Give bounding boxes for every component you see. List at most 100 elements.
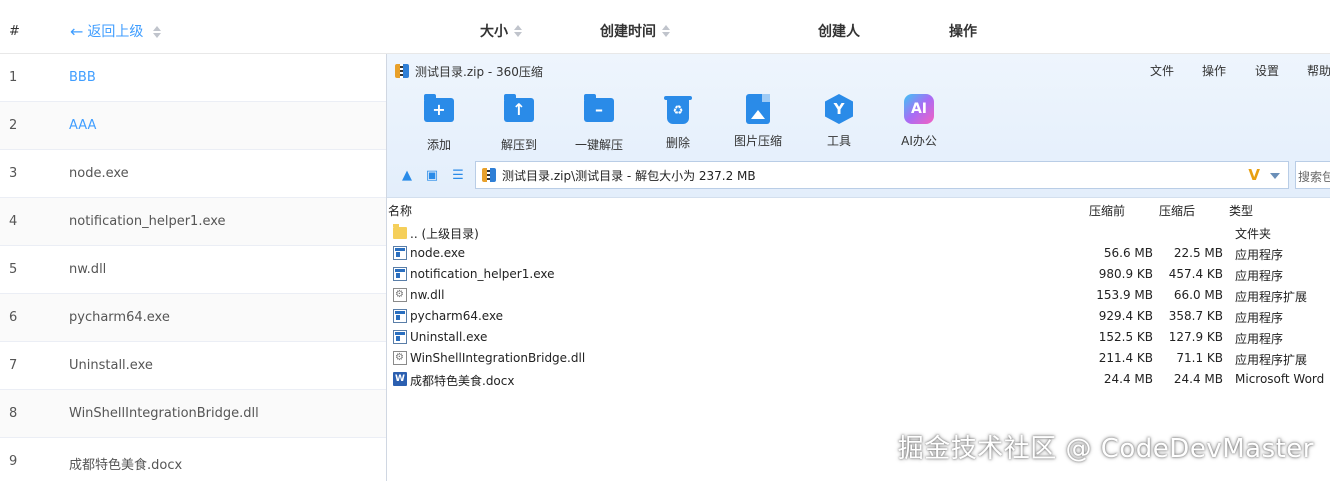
row-index: 9 xyxy=(9,454,18,469)
table-row[interactable]: 6 pycharm64.exe xyxy=(0,294,386,342)
tools-button[interactable]: 工具 xyxy=(804,94,874,149)
list-item[interactable]: nw.dll 153.9 MB 66.0 MB 应用程序扩展 xyxy=(387,285,1330,306)
menu-file[interactable]: 文件 xyxy=(1150,62,1174,79)
address-text: 测试目录.zip\测试目录 - 解包大小为 237.2 MB xyxy=(502,168,756,183)
one-click-extract-icon: – xyxy=(584,94,614,122)
list-item[interactable]: node.exe 56.6 MB 22.5 MB 应用程序 xyxy=(387,243,1330,264)
back-to-parent-link[interactable]: ← 返回上级 xyxy=(70,22,162,42)
column-size-before[interactable]: 压缩前 xyxy=(1089,202,1125,219)
watermark: 掘金技术社区 @ CodeDevMaster xyxy=(897,434,1314,464)
extract-to-button[interactable]: ↑ 解压到 xyxy=(484,94,554,153)
table-row[interactable]: 2 AAA xyxy=(0,102,386,150)
file-type: 应用程序 xyxy=(1235,269,1284,283)
add-button[interactable]: + 添加 xyxy=(404,94,474,153)
add-label: 添加 xyxy=(426,138,451,152)
file-name: Uninstall.exe xyxy=(69,358,153,373)
table-row[interactable]: 8 WinShellIntegrationBridge.dll xyxy=(0,390,386,438)
column-size[interactable]: 大小 xyxy=(480,22,522,42)
exe-file-icon xyxy=(393,309,407,323)
file-name: .. (上级目录) xyxy=(410,227,479,241)
menu-bar: 文件 操作 设置 帮助 xyxy=(387,62,1330,80)
table-row[interactable]: 5 nw.dll xyxy=(0,246,386,294)
up-arrow-icon[interactable]: ▲ xyxy=(400,169,414,183)
image-compress-button[interactable]: 图片压缩 xyxy=(723,94,793,149)
file-name: notification_helper1.exe xyxy=(69,214,226,229)
list-item[interactable]: W 成都特色美食.docx 24.4 MB 24.4 MB Microsoft … xyxy=(387,369,1330,390)
column-name[interactable]: 名称 xyxy=(388,202,412,219)
v-logo-icon[interactable]: V xyxy=(1248,166,1260,184)
table-row[interactable]: 1 BBB xyxy=(0,54,386,102)
zip-toolbar-area: 测试目录.zip - 360压缩 文件 操作 设置 帮助 + 添加 ↑ 解压到 … xyxy=(387,54,1330,198)
column-size-label: 大小 xyxy=(480,24,508,40)
list-item[interactable]: Uninstall.exe 152.5 KB 127.9 KB 应用程序 xyxy=(387,327,1330,348)
row-index: 3 xyxy=(9,166,18,181)
column-type[interactable]: 类型 xyxy=(1229,202,1253,219)
column-number: # xyxy=(9,24,20,39)
list-item[interactable]: WinShellIntegrationBridge.dll 211.4 KB 7… xyxy=(387,348,1330,369)
file-name: 成都特色美食.docx xyxy=(410,374,515,388)
menu-settings[interactable]: 设置 xyxy=(1255,62,1279,79)
list-item[interactable]: notification_helper1.exe 980.9 KB 457.4 … xyxy=(387,264,1330,285)
ai-office-button[interactable]: AI AI办公 xyxy=(884,94,954,149)
exe-file-icon xyxy=(393,246,407,260)
zip-file-icon xyxy=(482,168,496,182)
chevron-down-icon[interactable] xyxy=(1270,173,1280,179)
dll-file-icon xyxy=(393,288,407,302)
file-name: pycharm64.exe xyxy=(410,309,504,323)
address-bar[interactable]: 测试目录.zip\测试目录 - 解包大小为 237.2 MB V xyxy=(475,161,1289,189)
tools-label: 工具 xyxy=(826,134,851,148)
row-index: 7 xyxy=(9,358,18,373)
list-item[interactable]: .. (上级目录) 文件夹 xyxy=(387,222,1330,243)
search-input[interactable]: 搜索包 xyxy=(1295,161,1330,189)
back-label: 返回上级 xyxy=(87,24,144,40)
file-type: 文件夹 xyxy=(1235,227,1272,241)
file-name: node.exe xyxy=(410,246,466,260)
list-view-icon[interactable]: ☰ xyxy=(451,169,465,183)
ai-office-label: AI办公 xyxy=(901,134,937,148)
file-type: 应用程序 xyxy=(1235,248,1284,262)
column-created-time[interactable]: 创建时间 xyxy=(600,22,670,42)
menu-operation[interactable]: 操作 xyxy=(1202,62,1226,79)
table-row[interactable]: 9 成都特色美食.docx xyxy=(0,438,386,481)
exe-file-icon xyxy=(393,330,407,344)
one-click-extract-button[interactable]: – 一键解压 xyxy=(564,94,634,153)
address-row: ▲ ▣ ☰ 测试目录.zip\测试目录 - 解包大小为 237.2 MB V 搜… xyxy=(387,160,1330,192)
page: # ← 返回上级 大小 创建时间 创建人 操作 1 BBB 2 AAA 3 node.… xyxy=(0,0,1330,481)
file-table-header: # ← 返回上级 大小 创建时间 创建人 操作 xyxy=(0,0,1330,54)
column-creator: 创建人 xyxy=(818,24,860,40)
file-list: .. (上级目录) 文件夹 node.exe 56.6 MB 22.5 MB 应… xyxy=(387,222,1330,390)
menu-help[interactable]: 帮助 xyxy=(1307,62,1330,79)
size-after: 358.7 KB xyxy=(1168,309,1223,323)
folder-link[interactable]: BBB xyxy=(69,70,96,85)
size-after: 457.4 KB xyxy=(1168,267,1223,281)
table-row[interactable]: 4 notification_helper1.exe xyxy=(0,198,386,246)
table-row[interactable]: 3 node.exe xyxy=(0,150,386,198)
size-after: 24.4 MB xyxy=(1173,372,1223,386)
sort-icon[interactable] xyxy=(153,26,162,38)
sort-icon[interactable] xyxy=(514,25,522,37)
size-before: 211.4 KB xyxy=(1098,351,1153,365)
delete-icon xyxy=(664,96,692,124)
row-index: 4 xyxy=(9,214,18,229)
column-size-after[interactable]: 压缩后 xyxy=(1159,202,1195,219)
file-name: WinShellIntegrationBridge.dll xyxy=(69,406,259,421)
delete-button[interactable]: 删除 xyxy=(643,94,713,151)
row-index: 8 xyxy=(9,406,18,421)
size-before: 153.9 MB xyxy=(1096,288,1153,302)
folder-link[interactable]: AAA xyxy=(69,118,96,133)
sort-icon[interactable] xyxy=(662,25,670,37)
image-compress-label: 图片压缩 xyxy=(733,134,782,148)
list-item[interactable]: pycharm64.exe 929.4 KB 358.7 KB 应用程序 xyxy=(387,306,1330,327)
size-after: 71.1 KB xyxy=(1176,351,1223,365)
thumbnail-view-icon[interactable]: ▣ xyxy=(425,169,439,183)
extract-to-label: 解压到 xyxy=(500,138,537,152)
table-row[interactable]: 7 Uninstall.exe xyxy=(0,342,386,390)
zip-window: 测试目录.zip - 360压缩 文件 操作 设置 帮助 + 添加 ↑ 解压到 … xyxy=(386,54,1330,481)
file-type: 应用程序扩展 xyxy=(1235,290,1308,304)
file-type: 应用程序 xyxy=(1235,332,1284,346)
column-action: 操作 xyxy=(949,24,977,40)
file-type: 应用程序 xyxy=(1235,311,1284,325)
dll-file-icon xyxy=(393,351,407,365)
row-index: 1 xyxy=(9,70,18,85)
file-name: node.exe xyxy=(69,166,129,181)
